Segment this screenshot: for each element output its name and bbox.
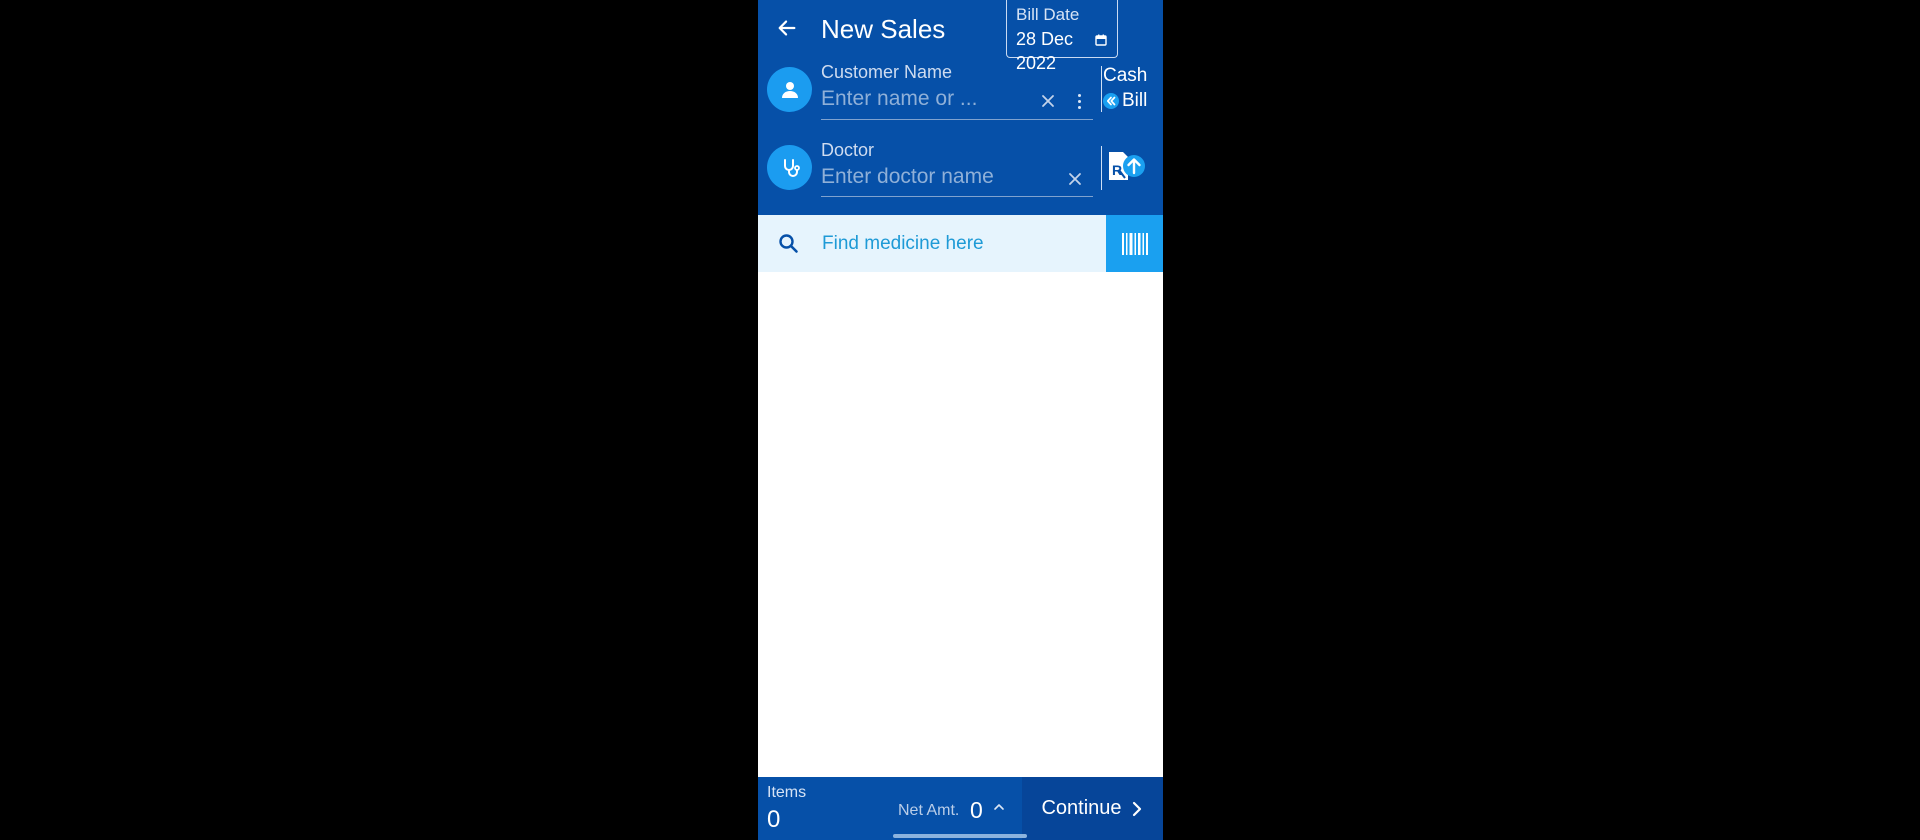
clear-doctor-button[interactable] <box>1066 170 1084 188</box>
bill-date-label: Bill Date <box>1016 5 1080 24</box>
payment-mode-toggle[interactable]: Cash Bill <box>1103 64 1159 113</box>
divider <box>1101 66 1102 112</box>
page-title: New Sales <box>821 14 946 44</box>
rx-upload-icon[interactable]: R <box>1107 148 1147 188</box>
medicine-search-input[interactable]: Find medicine here <box>822 232 984 256</box>
back-button[interactable] <box>770 10 804 46</box>
items-label: Items <box>767 784 807 801</box>
doctor-avatar[interactable] <box>767 145 812 190</box>
bill-label: Bill <box>1122 90 1148 111</box>
customer-name-label: Customer Name <box>821 62 953 82</box>
more-dot-icon <box>1077 105 1081 109</box>
barcode-icon <box>1121 232 1148 255</box>
doctor-name-input[interactable]: Enter doctor name <box>821 163 1093 191</box>
home-indicator <box>893 834 1027 838</box>
customer-more-button[interactable] <box>1074 90 1084 112</box>
customer-name-field[interactable]: Customer Name Enter name or ... <box>821 61 1093 120</box>
more-dot-icon <box>1077 99 1081 103</box>
calendar-icon <box>1095 34 1107 46</box>
close-icon <box>1069 173 1081 185</box>
continue-label: Continue <box>1041 797 1122 819</box>
search-icon <box>779 234 798 253</box>
bottom-summary-bar: Items 0 Net Amt. 0 Continue <box>758 777 1163 840</box>
bill-date-picker[interactable]: Bill Date 28 Dec 2022 <box>1006 0 1118 73</box>
chevron-right-icon <box>1132 801 1141 816</box>
doctor-field[interactable]: Doctor Enter doctor name <box>821 139 1093 197</box>
barcode-scan-button[interactable] <box>1106 215 1163 272</box>
items-count: 0 <box>767 806 781 833</box>
app-screen: New Sales Bill Date 28 Dec 2022 Customer… <box>758 0 1163 840</box>
person-icon <box>781 81 798 98</box>
bill-option[interactable]: Bill <box>1103 89 1159 113</box>
svg-text:R: R <box>1112 162 1122 178</box>
medicine-list <box>758 272 1163 777</box>
cash-label: Cash <box>1103 65 1148 86</box>
clear-customer-button[interactable] <box>1039 92 1057 110</box>
close-icon <box>1042 95 1054 107</box>
double-chevron-left-icon <box>1103 93 1119 109</box>
customer-avatar[interactable] <box>767 67 812 112</box>
arrow-left-icon <box>778 20 796 36</box>
continue-button[interactable]: Continue <box>1022 777 1163 840</box>
net-amount-label: Net Amt. <box>898 802 960 819</box>
more-dot-icon <box>1077 93 1081 97</box>
divider <box>1101 146 1102 190</box>
chevron-up-icon[interactable] <box>991 799 1007 815</box>
header: New Sales Bill Date 28 Dec 2022 Customer… <box>758 0 1163 215</box>
net-amount-value: 0 <box>970 797 983 823</box>
stethoscope-icon <box>783 158 800 177</box>
medicine-search-bar[interactable]: Find medicine here <box>758 215 1106 272</box>
doctor-label: Doctor <box>821 140 875 160</box>
